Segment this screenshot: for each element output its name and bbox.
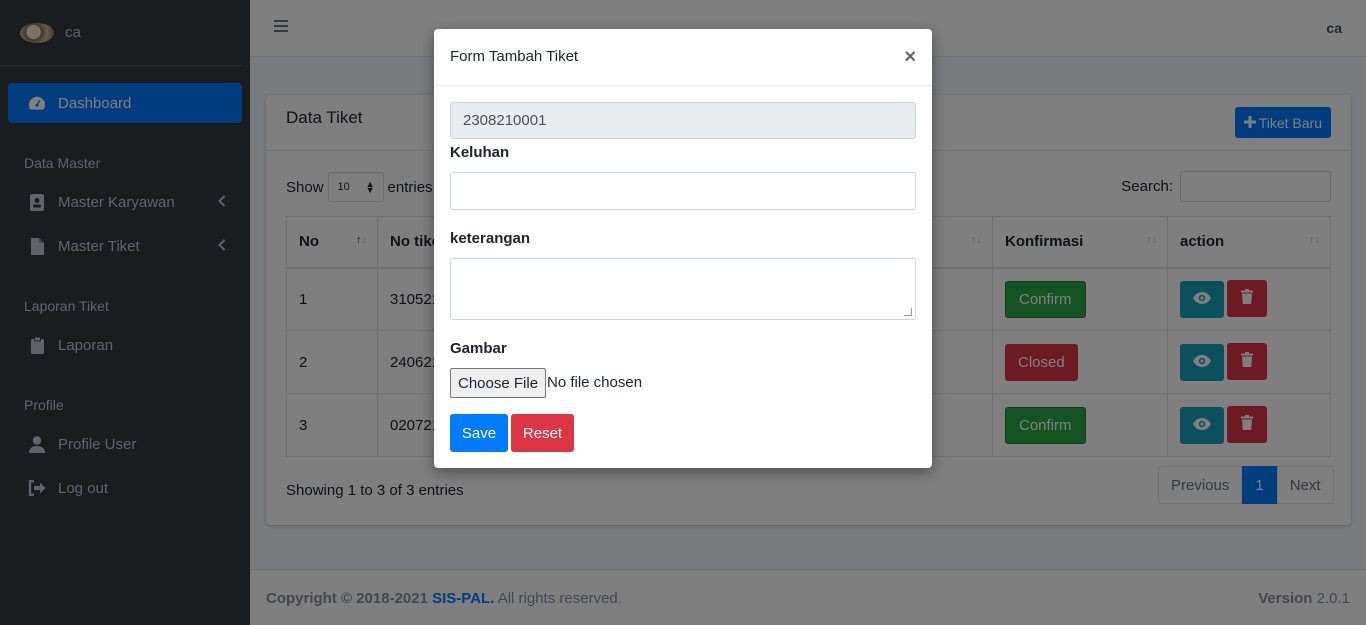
file-status-text: No file chosen xyxy=(547,374,643,391)
add-ticket-modal: Form Tambah Tiket × 2308210001 Keluhan k… xyxy=(434,29,932,468)
ticket-id-field: 2308210001 xyxy=(450,102,916,139)
modal-title: Form Tambah Tiket xyxy=(450,48,579,65)
modal-header: Form Tambah Tiket × xyxy=(434,29,932,86)
close-icon[interactable]: × xyxy=(904,46,916,69)
keterangan-textarea[interactable] xyxy=(450,258,916,320)
resize-handle-icon[interactable] xyxy=(904,308,912,316)
keluhan-label: Keluhan xyxy=(450,144,510,161)
reset-button[interactable]: Reset xyxy=(511,414,574,452)
save-button[interactable]: Save xyxy=(450,414,508,452)
gambar-label: Gambar xyxy=(450,340,507,357)
choose-file-button[interactable]: Choose File xyxy=(450,368,547,398)
keterangan-label: keterangan xyxy=(450,230,531,247)
keluhan-input[interactable] xyxy=(450,172,916,210)
